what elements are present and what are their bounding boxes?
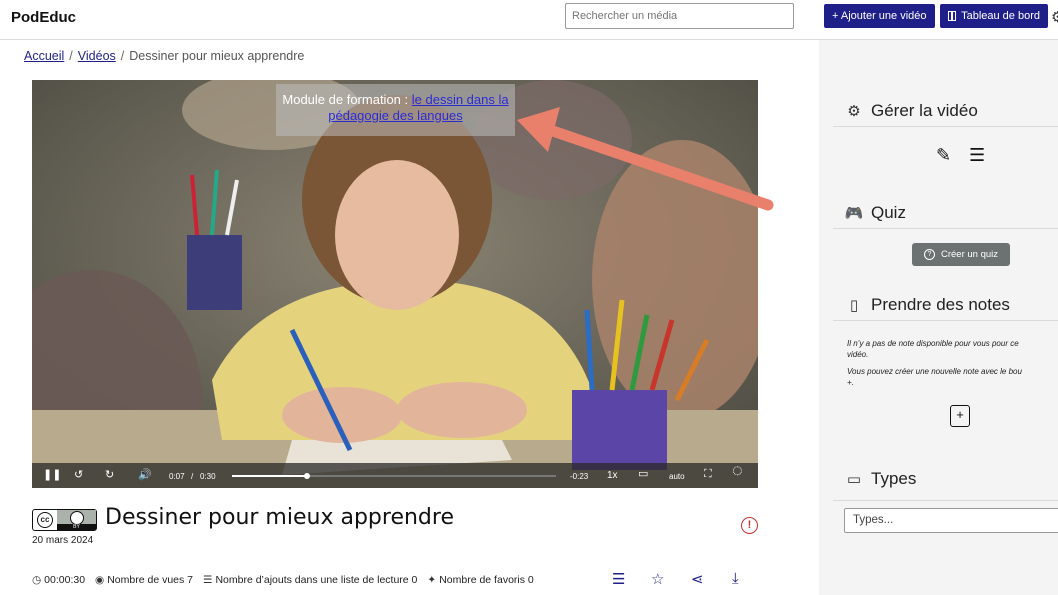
- dashboard-button[interactable]: Tableau de bord: [940, 4, 1048, 28]
- favorites-stat: ✦ Nombre de favoris 0: [427, 574, 533, 586]
- progress-bar[interactable]: [232, 473, 556, 479]
- fullscreen-icon[interactable]: ⛶: [704, 468, 712, 480]
- playlist-value: Nombre d’ajouts dans une liste de lectur…: [215, 574, 418, 586]
- search-input[interactable]: [565, 3, 794, 29]
- eye-icon: ◉: [95, 574, 105, 586]
- notes-line: vidéo.: [847, 350, 869, 359]
- clock-icon: ◷: [32, 574, 42, 586]
- gear-icon[interactable]: ⚙: [1051, 8, 1058, 26]
- cc-symbol: cc: [37, 512, 53, 528]
- video-controls: ❚❚ ↺ ↻ 🔊 0:07 / 0:30 -0:23 1x ▭ auto ⛶ ◌: [32, 460, 758, 488]
- progress-fill: [232, 475, 308, 477]
- brand-logo[interactable]: PodEduc: [11, 9, 76, 26]
- manage-video-title: Gérer la vidéo: [871, 101, 978, 120]
- notes-line: Vous pouvez créer une nouvelle note avec…: [847, 367, 1022, 376]
- breadcrumb-separator: /: [120, 49, 125, 63]
- types-select[interactable]: Types...: [844, 508, 1058, 533]
- notes-heading: ▯ Prendre des notes: [844, 295, 1010, 315]
- menu-icon[interactable]: ☰: [969, 145, 985, 166]
- views-stat: ◉ Nombre de vues 7: [95, 574, 193, 586]
- create-quiz-button[interactable]: ? Créer un quiz: [912, 243, 1010, 266]
- divider: [833, 126, 1058, 127]
- playlist-icon[interactable]: ☰: [612, 570, 625, 588]
- video-frame: [32, 80, 758, 488]
- create-quiz-label: Créer un quiz: [940, 249, 999, 260]
- loading-icon: ◌: [732, 460, 743, 480]
- video-stats: ◷ 00:00:30 ◉ Nombre de vues 7 ☰ Nombre d’aj…: [32, 574, 534, 586]
- breadcrumb: Accueil / Vidéos / Dessiner pour mieux appre…: [24, 49, 304, 63]
- rewind-icon[interactable]: ↺: [74, 469, 83, 481]
- list-icon: ☰: [203, 574, 213, 586]
- gamepad-icon: 🎮: [844, 205, 864, 222]
- divider: [833, 228, 1058, 229]
- sparkle-icon: ✦: [427, 574, 437, 586]
- duration-stat: ◷ 00:00:30: [32, 574, 85, 586]
- by-icon: [57, 510, 96, 530]
- gear-icon: ⚙: [847, 103, 861, 120]
- notes-line: +.: [847, 378, 854, 387]
- volume-icon[interactable]: 🔊: [138, 469, 152, 481]
- video-date: 20 mars 2024: [32, 535, 94, 546]
- subtitles-icon[interactable]: ▭: [638, 468, 648, 480]
- views-value: Nombre de vues 7: [107, 574, 194, 586]
- question-icon: ?: [923, 249, 935, 260]
- video-overlay-caption: Module de formation : le dessin dans la …: [276, 84, 515, 136]
- top-header: PodEduc + Ajouter une vidéo Tableau de b…: [0, 0, 1058, 40]
- current-time: 0:07: [169, 472, 185, 481]
- favorites-value: Nombre de favoris 0: [439, 574, 534, 586]
- progress-handle[interactable]: [304, 473, 311, 479]
- right-sidebar: ⚙ Gérer la vidéo ✎ ☰ 🎮 Quiz ? Créer un quiz…: [819, 40, 1058, 595]
- share-icon[interactable]: ⋖: [691, 570, 704, 588]
- license-badge[interactable]: cc: [32, 509, 97, 531]
- divider: [833, 320, 1058, 321]
- quiz-heading: 🎮 Quiz: [844, 203, 906, 223]
- add-video-button[interactable]: + Ajouter une vidéo: [824, 4, 935, 28]
- time-separator: /: [191, 472, 194, 481]
- quality-button[interactable]: auto: [669, 471, 685, 483]
- playlist-stat: ☰ Nombre d’ajouts dans une liste de lectu…: [203, 574, 417, 586]
- edit-icon[interactable]: ✎: [936, 145, 951, 166]
- video-player[interactable]: Module de formation : le dessin dans la …: [32, 80, 758, 488]
- breadcrumb-videos-link[interactable]: Vidéos: [78, 49, 116, 63]
- forward-icon[interactable]: ↻: [105, 469, 114, 481]
- types-heading: ▭ Types: [844, 469, 916, 489]
- remaining-time: -0:23: [570, 472, 589, 481]
- notebook-icon: ▯: [849, 297, 859, 314]
- duration: 0:30: [200, 472, 216, 481]
- breadcrumb-separator: /: [69, 49, 73, 63]
- notes-title: Prendre des notes: [871, 295, 1010, 314]
- notes-line: Il n’y a pas de note disponible pour vou…: [847, 339, 1019, 348]
- types-title: Types: [871, 469, 917, 488]
- video-title: Dessiner pour mieux apprendre: [105, 505, 454, 530]
- download-icon[interactable]: ⤓: [732, 570, 739, 587]
- quiz-title: Quiz: [871, 203, 906, 222]
- film-icon: [948, 11, 957, 21]
- dashboard-label: Tableau de bord: [961, 10, 1040, 22]
- divider: [833, 500, 1058, 501]
- breadcrumb-current: Dessiner pour mieux apprendre: [129, 49, 305, 63]
- monitor-icon: ▭: [846, 471, 862, 488]
- report-icon[interactable]: !: [741, 517, 758, 534]
- pause-icon[interactable]: ❚❚: [43, 469, 61, 481]
- overlay-prefix: Module de formation :: [282, 92, 412, 107]
- duration-value: 00:00:30: [44, 574, 86, 586]
- manage-video-heading: ⚙ Gérer la vidéo: [844, 101, 978, 121]
- speed-button[interactable]: 1x: [607, 470, 618, 482]
- cc-icon: cc: [33, 510, 57, 530]
- breadcrumb-home-link[interactable]: Accueil: [24, 49, 64, 63]
- star-icon[interactable]: ☆: [651, 570, 664, 588]
- add-note-icon[interactable]: +: [950, 405, 970, 427]
